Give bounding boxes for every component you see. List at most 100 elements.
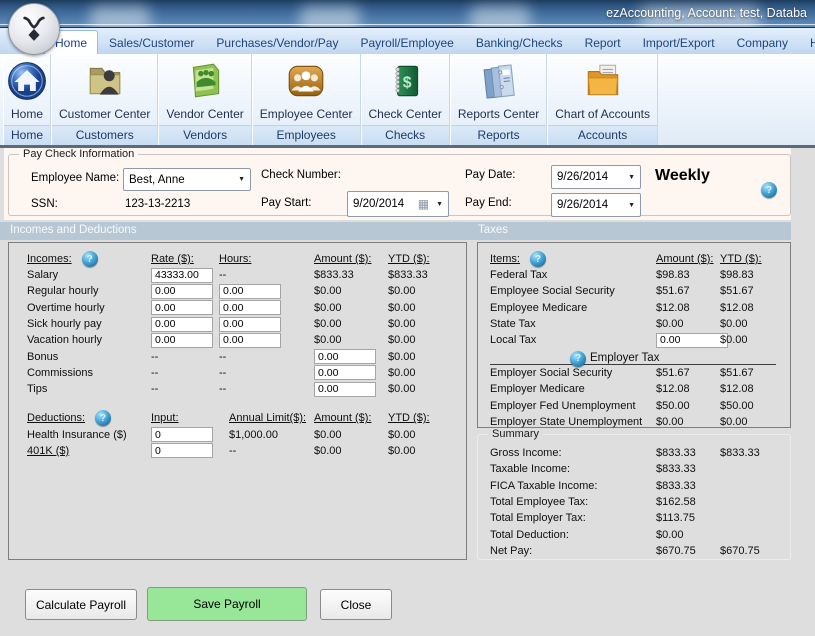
income-row-overtime-hourly: Overtime hourly $0.00 $0.00 [27,300,466,316]
toolbar-reports-center-button[interactable]: Reports Center Reports [450,54,547,145]
tax-amount: $0.00 [656,318,720,330]
summary-row-fica-taxable-income: FICA Taxable Income: $833.33 [490,478,790,494]
tab-sales-customer[interactable]: Sales/Customer [98,30,205,54]
link-401k[interactable]: 401K ($) [27,445,151,457]
rate-header: Rate ($): [151,253,219,265]
regular-hourly-rate-input[interactable] [151,284,213,299]
tax-amount: $12.08 [656,302,720,314]
close-button[interactable]: Close [320,589,392,620]
toolbar-chart-of-accounts-label: Chart of Accounts [548,105,657,125]
chevron-down-icon: ▼ [436,201,443,208]
sick-hourly-hours-input[interactable] [219,317,281,332]
tab-payroll-employee[interactable]: Payroll/Employee [349,30,464,54]
summary-ytd: $833.33 [720,447,790,459]
taxes-help-icon[interactable]: ? [530,251,546,267]
deduction-annual-limit: $1,000.00 [229,429,314,441]
commissions-amount-input[interactable] [314,365,376,380]
tax-row-employer-social-security: Employer Social Security $51.67 $51.67 [490,365,790,381]
input-header: Input: [151,412,229,424]
income-ytd: $0.00 [388,318,466,330]
salary-rate-input[interactable] [151,268,213,283]
payroll-form: Pay Check Information Employee Name: Bes… [0,148,815,636]
summary-label: Net Pay: [490,545,656,557]
local-tax-input[interactable] [656,333,728,348]
help-globe-icon[interactable]: ? [761,182,777,198]
summary-ytd: $670.75 [720,545,790,557]
calculate-payroll-button[interactable]: Calculate Payroll [25,589,137,620]
summary-row-gross-income: Gross Income: $833.33 $833.33 [490,445,790,461]
summary-row-taxable-income: Taxable Income: $833.33 [490,461,790,477]
tax-amount-header: Amount ($): [656,253,720,265]
pay-end-select[interactable]: 9/26/2014 ▼ [551,193,641,217]
pay-date-select[interactable]: 9/26/2014 ▼ [551,165,641,189]
deduction-ytd-header: YTD ($): [388,412,466,424]
income-amount: $0.00 [314,285,388,297]
tab-report[interactable]: Report [574,30,632,54]
employee-name-value: Best, Anne [129,174,185,186]
deduction-annual-limit: -- [229,445,314,457]
tab-banking-checks[interactable]: Banking/Checks [465,30,574,54]
logo-glyph-icon [17,12,51,46]
app-logo-icon[interactable] [8,3,60,55]
deductions-help-icon[interactable]: ? [95,410,111,426]
health-insurance-input[interactable] [151,427,213,442]
tab-help[interactable]: Help [799,30,815,54]
401k-input[interactable] [151,443,213,458]
employee-name-select[interactable]: Best, Anne ▼ [123,168,251,191]
income-rate: -- [151,383,219,395]
tab-purchases-vendor-pay-bill[interactable]: Purchases/Vendor/Pay Bill [205,30,349,54]
tax-amount: $12.08 [656,383,720,395]
tax-ytd: $50.00 [720,400,790,412]
incomes-help-icon[interactable]: ? [82,251,98,267]
summary-row-net-pay: Net Pay: $670.75 $670.75 [490,543,790,559]
income-amount: $0.00 [314,302,388,314]
tab-company[interactable]: Company [726,30,799,54]
toolbar-employee-center-button[interactable]: Employee Center Employees [252,54,361,145]
tax-ytd-header: YTD ($): [720,253,790,265]
overtime-hourly-hours-input[interactable] [219,300,281,315]
tab-import-export[interactable]: Import/Export [632,30,726,54]
bonus-amount-input[interactable] [314,349,376,364]
ezaccounting-window: ezAccounting, Account: test, Databa Home… [0,0,815,636]
summary-amount: $670.75 [656,545,720,557]
save-payroll-button[interactable]: Save Payroll [147,587,307,621]
home-icon [6,60,48,102]
toolbar-home-button[interactable]: Home Home [3,54,51,145]
income-label: Salary [27,269,151,281]
tips-amount-input[interactable] [314,382,376,397]
summary-label: Taxable Income: [490,463,656,475]
overtime-hourly-rate-input[interactable] [151,300,213,315]
summary-label: Gross Income: [490,447,656,459]
employer-tax-help-icon[interactable]: ? [570,351,586,367]
tax-ytd: $12.08 [720,383,790,395]
toolbar-check-center-label: Check Center [362,105,449,125]
vacation-hourly-hours-input[interactable] [219,333,281,348]
income-label: Regular hourly [27,285,151,297]
toolbar-employees-group: Employees [253,125,360,145]
toolbar-customer-center-button[interactable]: Customer Center Customers [51,54,158,145]
toolbar-vendor-center-button[interactable]: Vendor Center Vendors [158,54,251,145]
income-label: Tips [27,383,151,395]
income-label: Sick hourly pay [27,318,151,330]
summary-label: Total Employee Tax: [490,496,656,508]
income-hours: -- [219,351,314,363]
pay-start-label: Pay Start: [261,197,312,209]
pay-start-datepicker[interactable]: 9/20/2014 ▦ ▼ [347,191,449,217]
tax-amount: $0.00 [656,416,720,428]
vacation-hourly-rate-input[interactable] [151,333,213,348]
tax-ytd: $0.00 [720,334,790,346]
income-label: Vacation hourly [27,334,151,346]
employees-icon [285,60,327,102]
regular-hourly-hours-input[interactable] [219,284,281,299]
ssn-value: 123-13-2213 [125,198,190,210]
toolbar-chart-of-accounts-button[interactable]: Chart of Accounts Accounts [547,54,658,145]
income-ytd: $0.00 [388,351,466,363]
summary-amount: $0.00 [656,529,720,541]
toolbar-check-center-button[interactable]: $ Check Center Checks [361,54,450,145]
deduction-row-401k: 401K ($) -- $0.00 $0.00 [27,443,466,459]
sick-hourly-rate-input[interactable] [151,317,213,332]
deduction-label: Health Insurance ($) [27,429,151,441]
paycheck-information-groupbox: Pay Check Information Employee Name: Bes… [8,154,791,216]
tax-items-header: Items: [490,253,520,265]
hours-header: Hours: [219,253,314,265]
